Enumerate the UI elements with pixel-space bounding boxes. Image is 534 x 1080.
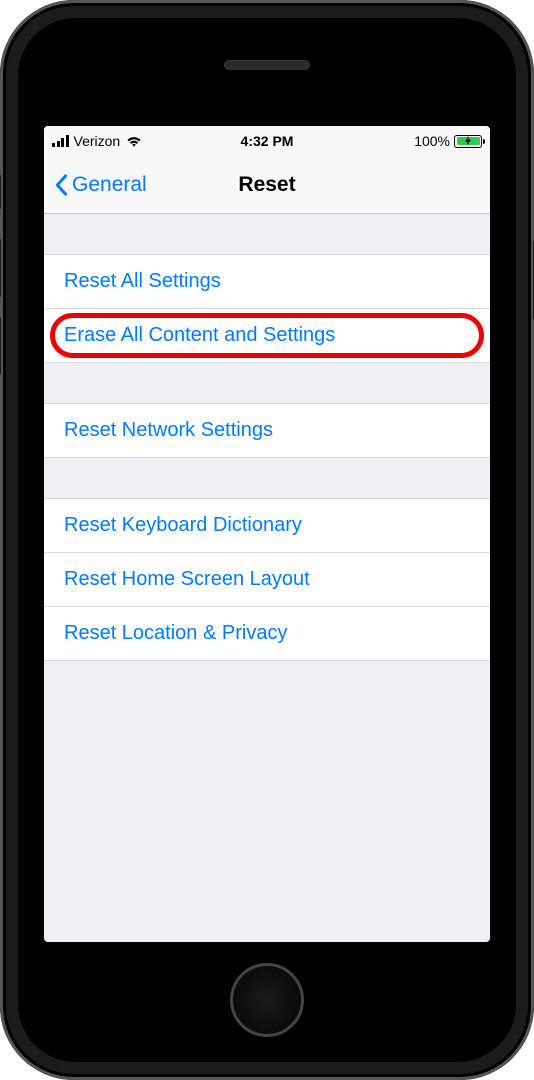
row-label: Reset Home Screen Layout xyxy=(64,568,310,590)
reset-home-screen-layout[interactable]: Reset Home Screen Layout xyxy=(44,553,490,607)
volume-up xyxy=(0,238,1,298)
erase-all-content[interactable]: Erase All Content and Settings xyxy=(44,309,490,363)
screen: Verizon 4:32 PM 100% xyxy=(44,126,490,942)
charging-icon xyxy=(464,136,472,146)
cellular-signal-icon xyxy=(52,135,69,147)
earpiece xyxy=(224,60,310,70)
row-label: Reset All Settings xyxy=(64,270,221,292)
list-group: Reset Network Settings xyxy=(44,403,490,458)
volume-down xyxy=(0,316,1,376)
reset-all-settings[interactable]: Reset All Settings xyxy=(44,254,490,309)
battery-percent: 100% xyxy=(414,133,450,149)
status-bar: Verizon 4:32 PM 100% xyxy=(44,126,490,156)
list-group: Reset Keyboard Dictionary Reset Home Scr… xyxy=(44,498,490,661)
battery-icon xyxy=(454,135,482,148)
nav-bar: General Reset xyxy=(44,156,490,214)
mute-switch xyxy=(0,174,1,210)
row-label: Reset Keyboard Dictionary xyxy=(64,514,302,536)
chevron-left-icon xyxy=(54,174,68,196)
reset-network-settings[interactable]: Reset Network Settings xyxy=(44,403,490,458)
settings-list: Reset All Settings Erase All Content and… xyxy=(44,254,490,661)
row-label: Reset Location & Privacy xyxy=(64,622,287,644)
row-label: Reset Network Settings xyxy=(64,419,273,441)
clock: 4:32 PM xyxy=(241,133,294,149)
page-title: Reset xyxy=(238,173,295,197)
row-label: Erase All Content and Settings xyxy=(64,324,335,346)
carrier-label: Verizon xyxy=(74,133,121,149)
wifi-icon xyxy=(125,135,143,148)
reset-keyboard-dictionary[interactable]: Reset Keyboard Dictionary xyxy=(44,498,490,553)
phone-frame: Verizon 4:32 PM 100% xyxy=(0,0,534,1080)
list-group: Reset All Settings Erase All Content and… xyxy=(44,254,490,363)
home-button[interactable] xyxy=(230,963,304,1037)
back-button[interactable]: General xyxy=(54,173,147,197)
back-label: General xyxy=(72,173,147,197)
reset-location-privacy[interactable]: Reset Location & Privacy xyxy=(44,607,490,661)
